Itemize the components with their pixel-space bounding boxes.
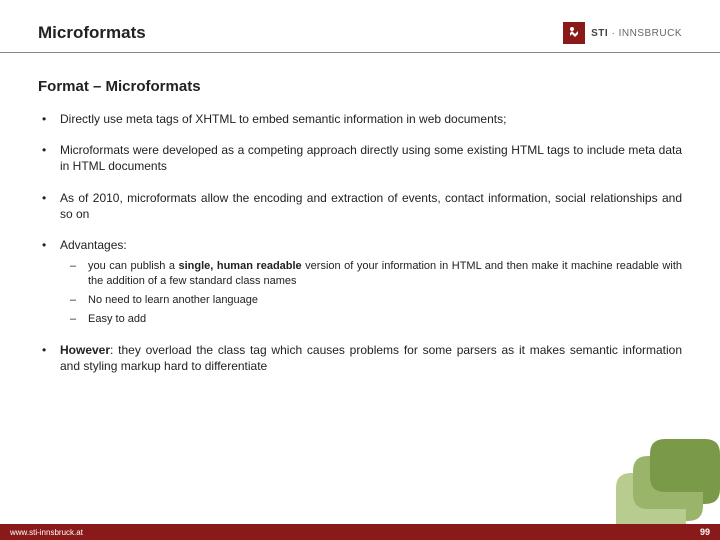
slide-footer: www.sti-innsbruck.at 99 xyxy=(0,524,720,540)
sub-bullet-item: you can publish a single, human readable… xyxy=(60,259,682,289)
bullet-list: Directly use meta tags of XHTML to embed… xyxy=(38,111,682,374)
slide-content: Format – Microformats Directly use meta … xyxy=(0,53,720,374)
bullet-item: However: they overload the class tag whi… xyxy=(38,342,682,374)
page-number: 99 xyxy=(700,527,710,537)
bullet-item: Advantages: you can publish a single, hu… xyxy=(38,237,682,327)
slide-title: Microformats xyxy=(38,23,146,43)
sub-bullet-item: Easy to add xyxy=(60,312,682,327)
logo-icon xyxy=(563,22,585,44)
logo: STI · INNSBRUCK xyxy=(563,22,682,44)
bullet-item: As of 2010, microformats allow the encod… xyxy=(38,190,682,222)
sub-bullet-item: No need to learn another language xyxy=(60,293,682,308)
footer-url: www.sti-innsbruck.at xyxy=(10,528,83,537)
corner-decoration-icon xyxy=(610,434,720,524)
bullet-item: Microformats were developed as a competi… xyxy=(38,142,682,174)
sub-bullet-list: you can publish a single, human readable… xyxy=(60,259,682,326)
bullet-item: Directly use meta tags of XHTML to embed… xyxy=(38,111,682,127)
slide-header: Microformats STI · INNSBRUCK xyxy=(0,0,720,53)
logo-text: STI · INNSBRUCK xyxy=(591,28,682,39)
section-title: Format – Microformats xyxy=(38,78,682,95)
